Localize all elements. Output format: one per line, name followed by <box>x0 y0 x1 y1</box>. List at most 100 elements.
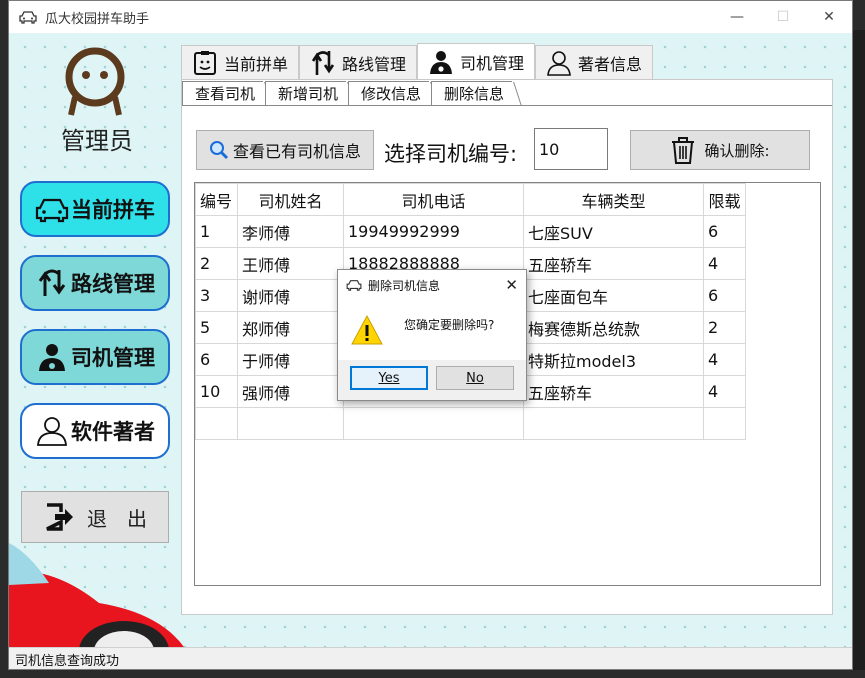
sidebar-item-software-author[interactable]: 软件著者 <box>20 403 170 459</box>
driver-icon <box>39 344 65 371</box>
table-cell[interactable]: 6 <box>703 279 746 312</box>
background-editor <box>852 30 865 670</box>
table-cell[interactable]: 李师傅 <box>237 215 344 248</box>
car-icon <box>346 280 362 291</box>
red-car-decoration <box>9 543 184 647</box>
table-cell[interactable]: 特斯拉model3 <box>523 343 704 376</box>
table-cell[interactable] <box>343 407 524 440</box>
smiley-clipboard-icon <box>194 50 216 75</box>
table-cell[interactable]: 七座SUV <box>523 215 704 248</box>
tab-label: 当前拼单 <box>224 54 289 74</box>
column-header-name[interactable]: 司机姓名 <box>237 183 344 216</box>
dialog-title: 删除司机信息 <box>368 278 441 293</box>
no-button[interactable]: No <box>436 366 514 390</box>
tab-label: 路线管理 <box>342 54 407 74</box>
table-cell[interactable] <box>195 407 238 440</box>
tab-driver-management[interactable]: 司机管理 <box>417 43 536 79</box>
route-icon <box>311 50 335 75</box>
close-button[interactable]: ✕ <box>806 1 852 33</box>
tab-current-orders[interactable]: 当前拼单 <box>181 45 300 79</box>
select-driver-label: 选择司机编号: <box>384 142 518 166</box>
view-drivers-button[interactable]: 查看已有司机信息 <box>196 130 374 170</box>
tab-label: 著者信息 <box>578 54 643 74</box>
subtab-view-drivers[interactable]: 查看司机 <box>182 81 264 105</box>
subtab-edit-info[interactable]: 修改信息 <box>348 81 430 105</box>
exit-icon <box>46 503 73 531</box>
role-label: 管理员 <box>61 127 133 155</box>
table-cell[interactable]: 五座轿车 <box>523 247 704 280</box>
table-row[interactable]: 1 李师傅 19949992999 七座SUV 6 <box>195 215 746 248</box>
confirm-delete-label: 确认删除: <box>704 141 770 160</box>
table-cell[interactable] <box>237 407 344 440</box>
sidebar-item-label: 司机管理 <box>71 347 155 370</box>
table-cell[interactable]: 4 <box>703 343 746 376</box>
table-header-row: 编号 司机姓名 司机电话 车辆类型 限载 <box>195 183 746 216</box>
delete-confirm-dialog: 删除司机信息 ✕ 您确定要删除吗? Yes No <box>337 269 527 401</box>
tab-label: 司机管理 <box>460 53 525 73</box>
table-row-empty[interactable] <box>195 407 746 440</box>
route-icon <box>38 269 66 296</box>
sidebar-item-current-carpool[interactable]: 当前拼车 <box>20 181 170 237</box>
sub-tabbar: 查看司机 新增司机 修改信息 删除信息 <box>182 81 514 105</box>
yes-label: Yes <box>378 370 400 386</box>
sidebar-item-label: 路线管理 <box>71 273 155 296</box>
car-icon <box>35 198 69 223</box>
table-cell[interactable] <box>703 407 746 440</box>
no-label: No <box>466 370 484 386</box>
table-cell[interactable]: 郑师傅 <box>237 311 344 344</box>
dialog-title-bar: 删除司机信息 ✕ <box>338 270 526 300</box>
divider <box>182 105 832 106</box>
dialog-footer: Yes No <box>338 360 526 400</box>
table-cell[interactable]: 2 <box>195 247 238 280</box>
table-cell[interactable] <box>523 407 704 440</box>
table-cell[interactable]: 6 <box>195 343 238 376</box>
view-drivers-label: 查看已有司机信息 <box>232 142 361 161</box>
sidebar-item-label: 软件著者 <box>71 421 155 444</box>
avatar-icon <box>65 47 125 116</box>
tab-author-info[interactable]: 著者信息 <box>535 45 654 79</box>
confirm-delete-button[interactable]: 确认删除: <box>630 130 810 170</box>
sidebar-item-route-management[interactable]: 路线管理 <box>20 255 170 311</box>
person-outline-icon <box>547 50 571 76</box>
table-cell[interactable]: 10 <box>195 375 238 408</box>
car-icon <box>19 11 37 24</box>
column-header-vehicle[interactable]: 车辆类型 <box>523 183 704 216</box>
subtab-add-driver[interactable]: 新增司机 <box>265 81 347 105</box>
trash-icon <box>672 137 695 164</box>
driver-icon <box>430 50 453 74</box>
driver-id-input[interactable]: 10 <box>534 128 608 170</box>
dialog-close-button[interactable]: ✕ <box>505 276 518 294</box>
table-cell[interactable]: 3 <box>195 279 238 312</box>
tab-route-management[interactable]: 路线管理 <box>299 45 418 79</box>
exit-label: 退 出 <box>87 508 147 531</box>
table-cell[interactable]: 王师傅 <box>237 247 344 280</box>
table-cell[interactable]: 4 <box>703 375 746 408</box>
yes-button[interactable]: Yes <box>350 366 428 390</box>
table-cell[interactable]: 梅赛德斯总统款 <box>523 311 704 344</box>
subtab-delete-info[interactable]: 删除信息 <box>431 81 513 105</box>
column-header-phone[interactable]: 司机电话 <box>343 183 524 216</box>
column-header-capacity[interactable]: 限载 <box>703 183 746 216</box>
title-bar: 瓜大校园拼车助手 — ☐ ✕ <box>9 1 852 33</box>
minimize-button[interactable]: — <box>714 1 760 33</box>
search-icon <box>209 141 229 160</box>
table-cell[interactable]: 七座面包车 <box>523 279 704 312</box>
maximize-button[interactable]: ☐ <box>760 1 806 33</box>
dialog-body: 您确定要删除吗? <box>338 300 526 360</box>
table-cell[interactable]: 19949992999 <box>343 215 524 248</box>
table-cell[interactable]: 5 <box>195 311 238 344</box>
table-cell[interactable]: 6 <box>703 215 746 248</box>
table-cell[interactable]: 于师傅 <box>237 343 344 376</box>
person-outline-icon <box>37 417 67 446</box>
table-cell[interactable]: 4 <box>703 247 746 280</box>
table-cell[interactable]: 谢师傅 <box>237 279 344 312</box>
table-cell[interactable]: 1 <box>195 215 238 248</box>
warning-icon <box>351 314 383 345</box>
table-cell[interactable]: 2 <box>703 311 746 344</box>
table-cell[interactable]: 五座轿车 <box>523 375 704 408</box>
column-header-id[interactable]: 编号 <box>195 183 238 216</box>
sidebar-item-driver-management[interactable]: 司机管理 <box>20 329 170 385</box>
sidebar-item-label: 当前拼车 <box>71 199 155 222</box>
table-cell[interactable]: 强师傅 <box>237 375 344 408</box>
window-title: 瓜大校园拼车助手 <box>45 11 150 27</box>
